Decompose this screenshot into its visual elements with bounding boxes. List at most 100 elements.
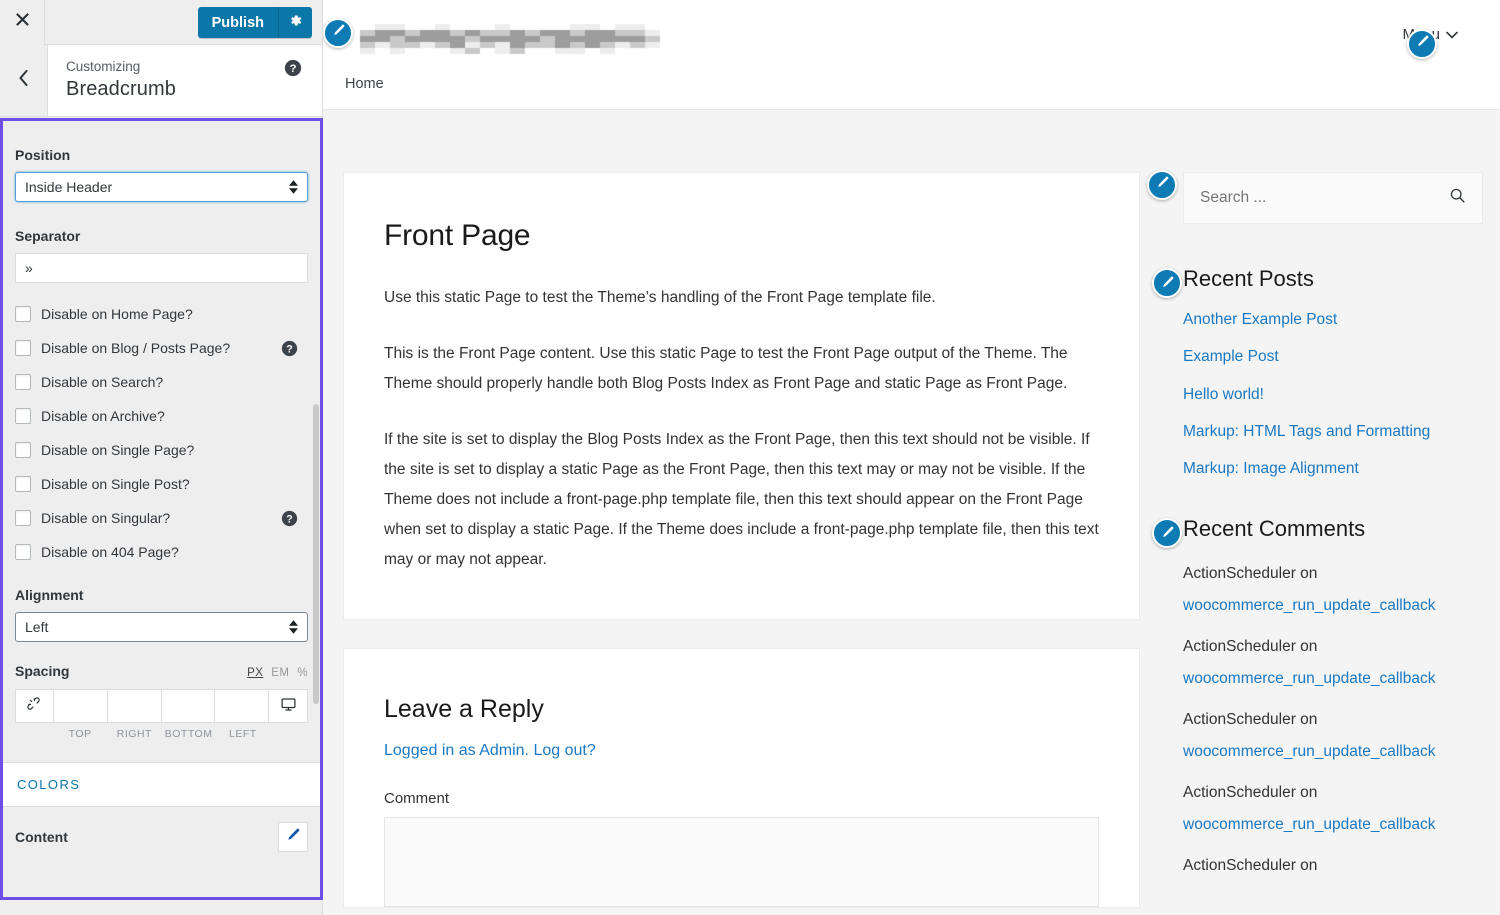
- pencil-icon: [1155, 175, 1170, 195]
- checkbox-singular[interactable]: [15, 510, 31, 526]
- help-icon[interactable]: ?: [284, 59, 302, 77]
- content-label: Content: [15, 829, 68, 845]
- content-edit-button[interactable]: [278, 822, 308, 852]
- article-paragraph: Use this static Page to test the Theme’s…: [384, 289, 936, 306]
- spacing-bottom-input[interactable]: [161, 690, 215, 722]
- list-item: Markup: Image Alignment: [1183, 457, 1483, 480]
- checkbox-single-page[interactable]: [15, 442, 31, 458]
- unit-em[interactable]: EM: [271, 667, 289, 679]
- accordion-colors[interactable]: COLORS: [3, 762, 320, 807]
- comment-author: ActionScheduler on: [1183, 857, 1318, 875]
- publish-button[interactable]: Publish: [197, 7, 279, 38]
- separator-value: »: [25, 260, 33, 276]
- spacing-right-input[interactable]: [107, 690, 161, 722]
- spacing-top-input[interactable]: [54, 690, 107, 722]
- pencil-icon: [331, 23, 346, 43]
- log-out-link[interactable]: Log out?: [533, 742, 595, 759]
- alignment-select[interactable]: Left: [15, 612, 308, 642]
- page-title: Breadcrumb: [66, 78, 176, 101]
- checkbox-row-404-page[interactable]: Disable on 404 Page?: [15, 535, 308, 569]
- position-value: Inside Header: [25, 179, 113, 195]
- comment-target-link[interactable]: woocommerce_run_update_callback: [1183, 736, 1483, 768]
- close-icon: [15, 12, 30, 32]
- checkbox-row-search[interactable]: Disable on Search?: [15, 365, 308, 399]
- alignment-label: Alignment: [15, 587, 84, 603]
- comment-textarea[interactable]: [384, 817, 1099, 907]
- search-field-wrapper[interactable]: Search ...: [1183, 172, 1483, 224]
- checkbox-search[interactable]: [15, 374, 31, 390]
- checkbox-blog-posts-page[interactable]: [15, 340, 31, 356]
- select-stepper-icon: [289, 180, 298, 194]
- recent-post-link[interactable]: Markup: Image Alignment: [1183, 460, 1359, 477]
- edit-search-widget-button[interactable]: [1147, 170, 1177, 200]
- edit-recent-comments-widget-button[interactable]: [1152, 518, 1182, 549]
- list-item: ActionScheduler on woocommerce_run_updat…: [1183, 777, 1483, 841]
- checkbox-row-single-page[interactable]: Disable on Single Page?: [15, 433, 308, 467]
- position-select[interactable]: Inside Header: [15, 172, 308, 202]
- help-icon[interactable]: ?: [281, 510, 298, 527]
- comment-target-link[interactable]: woocommerce_run_update_callback: [1183, 663, 1483, 695]
- chevron-left-icon: [17, 70, 30, 91]
- comment-target-link[interactable]: woocommerce_run_update_callback: [1183, 809, 1483, 841]
- chevron-down-icon: [1446, 31, 1458, 39]
- comment-author: ActionScheduler on: [1183, 638, 1318, 656]
- spacing-label-spacer: [15, 728, 53, 740]
- breadcrumb-item-home[interactable]: Home: [345, 76, 384, 92]
- edit-recent-posts-widget-button[interactable]: [1152, 268, 1182, 298]
- recent-post-link[interactable]: Hello world!: [1183, 386, 1264, 403]
- svg-text:?: ?: [290, 63, 297, 75]
- search-icon[interactable]: [1449, 187, 1466, 209]
- device-preview-toggle[interactable]: [269, 690, 307, 722]
- recent-post-link[interactable]: Markup: HTML Tags and Formatting: [1183, 423, 1430, 440]
- control-spacing: Spacing PX EM % TOP RIGHT BOTTOM LEFT: [15, 642, 308, 740]
- list-item: ActionScheduler on woocommerce_run_updat…: [1183, 631, 1483, 695]
- unit-percent[interactable]: %: [297, 667, 308, 679]
- separator-input[interactable]: »: [15, 253, 308, 283]
- recent-posts-title-wrap: Recent Posts: [1152, 266, 1483, 298]
- recent-posts-list: Another Example Post Example Post Hello …: [1183, 308, 1483, 480]
- spacing-right-cell[interactable]: [107, 690, 162, 722]
- checkbox-404-page[interactable]: [15, 544, 31, 560]
- recent-post-link[interactable]: Example Post: [1183, 348, 1279, 365]
- primary-menu-toggle[interactable]: Menu: [1402, 26, 1458, 59]
- spacing-left-cell[interactable]: [215, 690, 269, 722]
- checkbox-label: Disable on Search?: [41, 374, 164, 390]
- content-row: Content: [3, 807, 320, 867]
- comment-target-link[interactable]: woocommerce_run_update_callback: [1183, 590, 1483, 622]
- spacing-bottom-cell[interactable]: [161, 690, 216, 722]
- back-button[interactable]: [0, 45, 48, 116]
- checkbox-row-singular[interactable]: Disable on Singular? ?: [15, 501, 308, 535]
- list-item: Another Example Post: [1183, 308, 1483, 331]
- search-input[interactable]: Search ...: [1200, 189, 1266, 207]
- pencil-icon: [1160, 270, 1175, 296]
- checkbox-row-home-page[interactable]: Disable on Home Page?: [15, 297, 308, 331]
- checkbox-row-blog-posts-page[interactable]: Disable on Blog / Posts Page? ?: [15, 331, 308, 365]
- checkbox-label: Disable on Archive?: [41, 408, 165, 424]
- spacing-left-input[interactable]: [215, 690, 268, 722]
- edit-menu-button[interactable]: [1407, 29, 1437, 59]
- widget-recent-posts: Recent Posts Another Example Post Exampl…: [1152, 266, 1483, 480]
- panel-scrollbar[interactable]: [313, 404, 319, 704]
- unit-px[interactable]: PX: [247, 667, 263, 679]
- publish-settings-button[interactable]: [279, 7, 312, 38]
- checkbox-label: Disable on 404 Page?: [41, 544, 179, 560]
- checkbox-row-single-post[interactable]: Disable on Single Post?: [15, 467, 308, 501]
- help-icon[interactable]: ?: [281, 340, 298, 357]
- checkbox-home-page[interactable]: [15, 306, 31, 322]
- svg-text:?: ?: [286, 343, 292, 355]
- checkbox-archive[interactable]: [15, 408, 31, 424]
- logged-in-as-link[interactable]: Logged in as Admin.: [384, 742, 529, 759]
- recent-comments-title-wrap: Recent Comments: [1152, 516, 1483, 549]
- section-header-text: Customizing Breadcrumb: [48, 45, 322, 116]
- close-customizer-button[interactable]: [0, 0, 45, 45]
- position-label: Position: [15, 147, 71, 163]
- checkbox-single-post[interactable]: [15, 476, 31, 492]
- spacing-top-cell[interactable]: [54, 690, 108, 722]
- checkbox-row-archive[interactable]: Disable on Archive?: [15, 399, 308, 433]
- edit-site-title-button[interactable]: [323, 18, 353, 48]
- link-values-toggle[interactable]: [16, 690, 54, 722]
- recent-post-link[interactable]: Another Example Post: [1183, 311, 1337, 328]
- checkbox-label: Disable on Single Post?: [41, 476, 190, 492]
- spacing-label-bottom: BOTTOM: [164, 728, 213, 740]
- control-alignment: Alignment Left: [15, 569, 308, 642]
